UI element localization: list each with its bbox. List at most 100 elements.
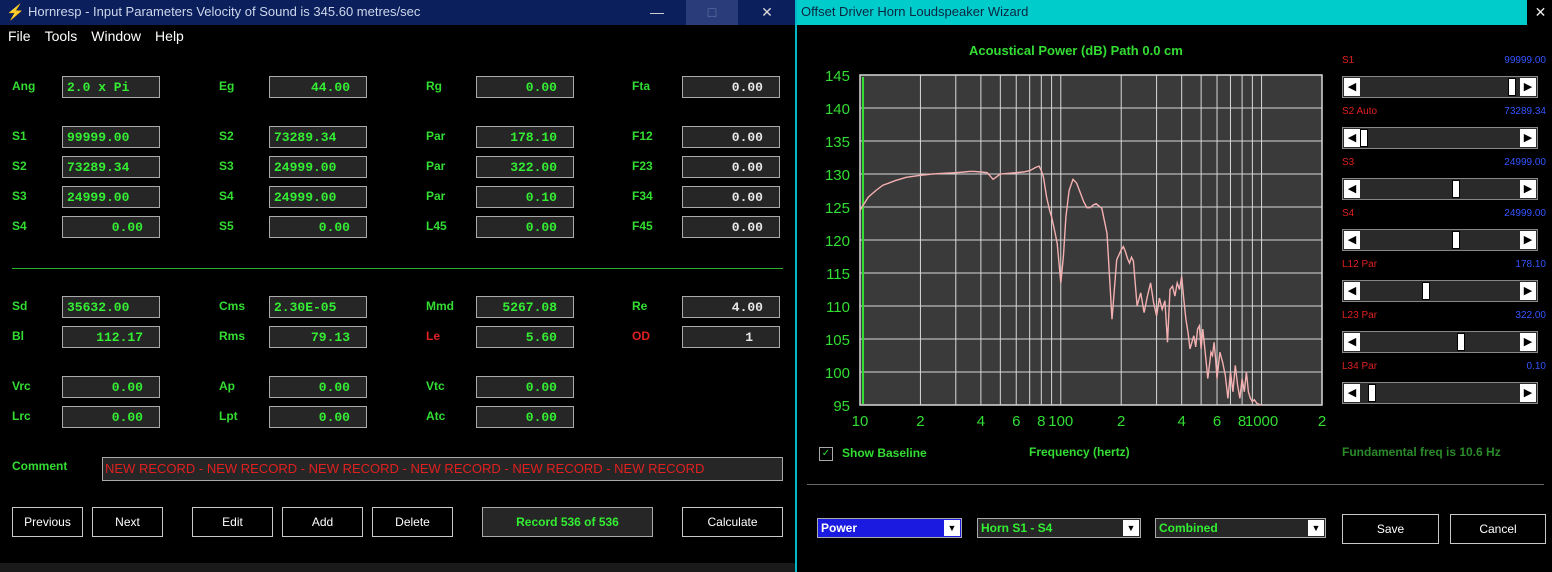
chevron-left-icon[interactable]: ◀ [1344, 78, 1360, 96]
chevron-right-icon[interactable]: ▶ [1520, 384, 1536, 402]
chevron-right-icon[interactable]: ▶ [1520, 180, 1536, 198]
le-field[interactable]: 5.60 [476, 326, 574, 348]
slider-5[interactable]: ◀ ▶ [1342, 331, 1538, 353]
left-title-bar[interactable]: ⚡ Hornresp - Input Parameters Velocity o… [0, 0, 795, 25]
slider-3[interactable]: ◀ ▶ [1342, 229, 1538, 251]
response-type-value: Power [821, 521, 858, 535]
mmd-field[interactable]: 5267.08 [476, 296, 574, 318]
s3-col2-field[interactable]: 24999.00 [269, 156, 367, 178]
par3-field[interactable]: 0.10 [476, 186, 574, 208]
previous-button[interactable]: Previous [12, 507, 83, 537]
menu-tools[interactable]: Tools [45, 28, 78, 44]
calculate-button[interactable]: Calculate [682, 507, 783, 537]
slider-1[interactable]: ◀ ▶ [1342, 127, 1538, 149]
chevron-left-icon[interactable]: ◀ [1344, 333, 1360, 351]
slider-thumb[interactable] [1367, 384, 1376, 402]
slider-thumb[interactable] [1507, 78, 1516, 96]
menu-help[interactable]: Help [155, 28, 184, 44]
chevron-left-icon[interactable]: ◀ [1344, 384, 1360, 402]
cms-field[interactable]: 2.30E-05 [269, 296, 367, 318]
s1-field[interactable]: 99999.00 [62, 126, 160, 148]
slider-label-6: L34 Par [1342, 361, 1378, 372]
s2-label: S2 [12, 159, 27, 173]
fta-field[interactable]: 0.00 [682, 76, 780, 98]
s4-field[interactable]: 0.00 [62, 216, 160, 238]
atc-field[interactable]: 0.00 [476, 406, 574, 428]
rg-field[interactable]: 0.00 [476, 76, 574, 98]
slider-thumb[interactable] [1360, 129, 1368, 147]
comment-field[interactable]: NEW RECORD - NEW RECORD - NEW RECORD - N… [102, 457, 783, 481]
show-baseline-checkbox[interactable]: ✓ [819, 447, 833, 461]
vrc-field[interactable]: 0.00 [62, 376, 160, 398]
chevron-right-icon[interactable]: ▶ [1520, 333, 1536, 351]
chevron-down-icon[interactable]: ▼ [1308, 520, 1324, 536]
rms-field[interactable]: 79.13 [269, 326, 367, 348]
f12-field[interactable]: 0.00 [682, 126, 780, 148]
horn-section-value: Horn S1 - S4 [981, 521, 1053, 535]
chevron-left-icon[interactable]: ◀ [1344, 129, 1360, 147]
s4-col2-field[interactable]: 24999.00 [269, 186, 367, 208]
chevron-down-icon[interactable]: ▼ [944, 520, 960, 536]
l45-field[interactable]: 0.00 [476, 216, 574, 238]
s2-field[interactable]: 73289.34 [62, 156, 160, 178]
re-field[interactable]: 4.00 [682, 296, 780, 318]
par2-field[interactable]: 322.00 [476, 156, 574, 178]
lpt-field[interactable]: 0.00 [269, 406, 367, 428]
menu-file[interactable]: File [8, 28, 31, 44]
vrc-label: Vrc [12, 379, 31, 393]
f34-field[interactable]: 0.00 [682, 186, 780, 208]
ap-field[interactable]: 0.00 [269, 376, 367, 398]
delete-button[interactable]: Delete [372, 507, 453, 537]
slider-thumb[interactable] [1421, 282, 1430, 300]
maximize-button[interactable]: □ [686, 0, 738, 25]
slider-6[interactable]: ◀ ▶ [1342, 382, 1538, 404]
vtc-field[interactable]: 0.00 [476, 376, 574, 398]
ang-field[interactable]: 2.0 x Pi [62, 76, 160, 98]
save-button[interactable]: Save [1342, 514, 1439, 544]
slider-thumb[interactable] [1452, 180, 1461, 198]
chevron-left-icon[interactable]: ◀ [1344, 282, 1360, 300]
bl-field[interactable]: 112.17 [62, 326, 160, 348]
add-button[interactable]: Add [282, 507, 363, 537]
horn-section-combo[interactable]: Horn S1 - S4 ▼ [977, 518, 1141, 538]
next-button[interactable]: Next [92, 507, 163, 537]
chevron-right-icon[interactable]: ▶ [1520, 129, 1536, 147]
par3-label: Par [426, 189, 446, 203]
cancel-button[interactable]: Cancel [1450, 514, 1546, 544]
f23-field[interactable]: 0.00 [682, 156, 780, 178]
close-button[interactable]: ✕ [741, 0, 793, 25]
od-field[interactable]: 1 [682, 326, 780, 348]
chevron-right-icon[interactable]: ▶ [1520, 282, 1536, 300]
response-type-combo[interactable]: Power ▼ [817, 518, 962, 538]
wizard-close-button[interactable]: ✕ [1527, 0, 1552, 25]
output-mode-combo[interactable]: Combined ▼ [1155, 518, 1326, 538]
chevron-right-icon[interactable]: ▶ [1520, 78, 1536, 96]
chevron-right-icon[interactable]: ▶ [1520, 231, 1536, 249]
slider-4[interactable]: ◀ ▶ [1342, 280, 1538, 302]
x-tick-label: 2 [1318, 413, 1326, 430]
chevron-left-icon[interactable]: ◀ [1344, 231, 1360, 249]
slider-0[interactable]: ◀ ▶ [1342, 76, 1538, 98]
slider-thumb[interactable] [1452, 231, 1461, 249]
s2-col2-field[interactable]: 73289.34 [269, 126, 367, 148]
eg-field[interactable]: 44.00 [269, 76, 367, 98]
slider-thumb[interactable] [1457, 333, 1466, 351]
slider-label-1: S2 Auto [1342, 106, 1378, 117]
slider-2[interactable]: ◀ ▶ [1342, 178, 1538, 200]
par1-field[interactable]: 178.10 [476, 126, 574, 148]
menu-window[interactable]: Window [91, 28, 141, 44]
s1-label: S1 [12, 129, 27, 143]
chevron-left-icon[interactable]: ◀ [1344, 180, 1360, 198]
sd-field[interactable]: 35632.00 [62, 296, 160, 318]
edit-button[interactable]: Edit [192, 507, 273, 537]
chevron-down-icon[interactable]: ▼ [1123, 520, 1139, 536]
s3-field[interactable]: 24999.00 [62, 186, 160, 208]
f45-field[interactable]: 0.00 [682, 216, 780, 238]
output-mode-value: Combined [1159, 521, 1218, 535]
right-title-bar[interactable]: Offset Driver Horn Loudspeaker Wizard [797, 0, 1527, 25]
f12-label: F12 [632, 129, 653, 143]
s5-field[interactable]: 0.00 [269, 216, 367, 238]
lrc-field[interactable]: 0.00 [62, 406, 160, 428]
minimize-button[interactable]: — [631, 0, 683, 25]
y-tick-label: 115 [826, 266, 850, 283]
